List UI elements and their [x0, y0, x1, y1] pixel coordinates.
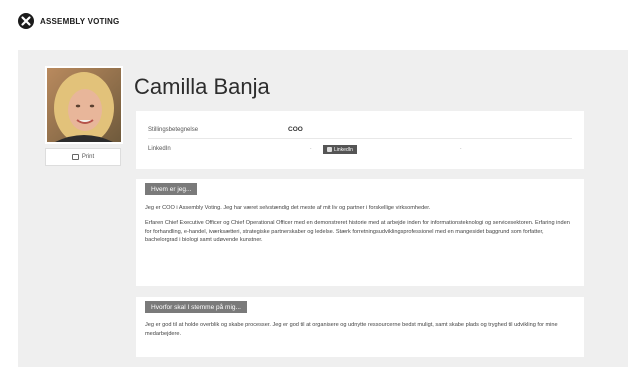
top-header: ASSEMBLY VOTING [0, 0, 628, 48]
assembly-voting-logo-icon [18, 13, 34, 29]
section-title: Hvem er jeg... [145, 183, 198, 195]
print-button[interactable]: Print [45, 148, 121, 166]
brand-logo[interactable]: ASSEMBLY VOTING [18, 13, 119, 29]
separator-dot: . [310, 145, 312, 151]
field-value: COO [288, 126, 303, 133]
info-row-linkedin: LinkedIn . LinkedIn . [148, 142, 572, 158]
printer-icon [71, 154, 79, 160]
field-label: Stillingsbetegnelse [148, 127, 199, 133]
linkedin-icon [327, 147, 332, 152]
avatar [45, 66, 123, 144]
print-label: Print [81, 154, 95, 160]
section-title: Hvorfor skal I stemme på mig... [145, 301, 247, 313]
info-card: Stillingsbetegnelse COO LinkedIn . Linke… [136, 111, 584, 169]
section-paragraph: Jeg er god til at holde overblik og skab… [145, 322, 558, 337]
brand-name: ASSEMBLY VOTING [40, 16, 120, 26]
why-vote-section: Hvorfor skal I stemme på mig... Jeg er g… [136, 297, 584, 357]
linkedin-label: LinkedIn [334, 146, 353, 153]
info-row-title: Stillingsbetegnelse COO [148, 123, 572, 139]
linkedin-button[interactable]: LinkedIn [323, 145, 357, 154]
candidate-profile: Print Camilla Banja Stillingsbetegnelse … [18, 50, 628, 367]
field-label: LinkedIn [148, 146, 171, 152]
section-paragraph: Erfaren Chief Executive Officer og Chief… [145, 220, 570, 244]
candidate-name: Camilla Banja [134, 74, 270, 99]
separator-dot: . [460, 145, 462, 151]
about-section: Hvem er jeg... Jeg er COO i Assembly Vot… [136, 179, 584, 286]
section-paragraph: Jeg er COO i Assembly Voting. Jeg har væ… [145, 205, 431, 211]
